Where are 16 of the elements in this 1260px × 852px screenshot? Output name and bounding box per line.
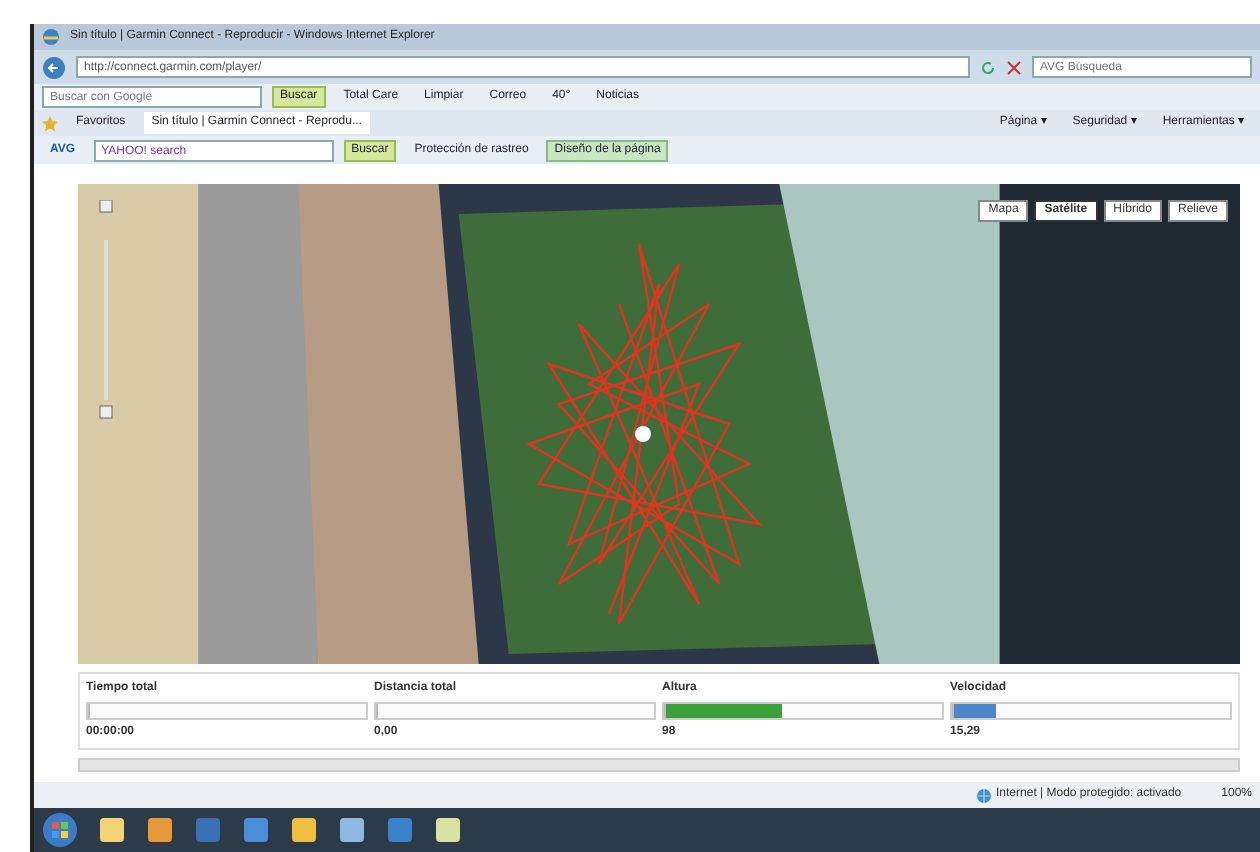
browser-logo-icon: [42, 28, 60, 46]
taskbar-app-icon[interactable]: [338, 816, 366, 844]
taskbar-app-icon[interactable]: [242, 816, 270, 844]
star-icon: [42, 115, 58, 131]
globe-icon: [976, 787, 993, 803]
back-icon[interactable]: [42, 55, 66, 79]
zoom-slider-icon[interactable]: [94, 200, 118, 420]
satellite-map-drawing[interactable]: [78, 184, 1240, 664]
close-icon[interactable]: [1006, 59, 1022, 75]
taskbar-app-icon[interactable]: [434, 816, 462, 844]
taskbar-app-icon[interactable]: [290, 816, 318, 844]
taskbar-app-icon[interactable]: [146, 816, 174, 844]
start-button-icon[interactable]: [42, 812, 78, 848]
horizontal-scrollbar[interactable]: [78, 758, 1240, 772]
taskbar-app-icon[interactable]: [98, 816, 126, 844]
refresh-icon[interactable]: [980, 59, 996, 75]
